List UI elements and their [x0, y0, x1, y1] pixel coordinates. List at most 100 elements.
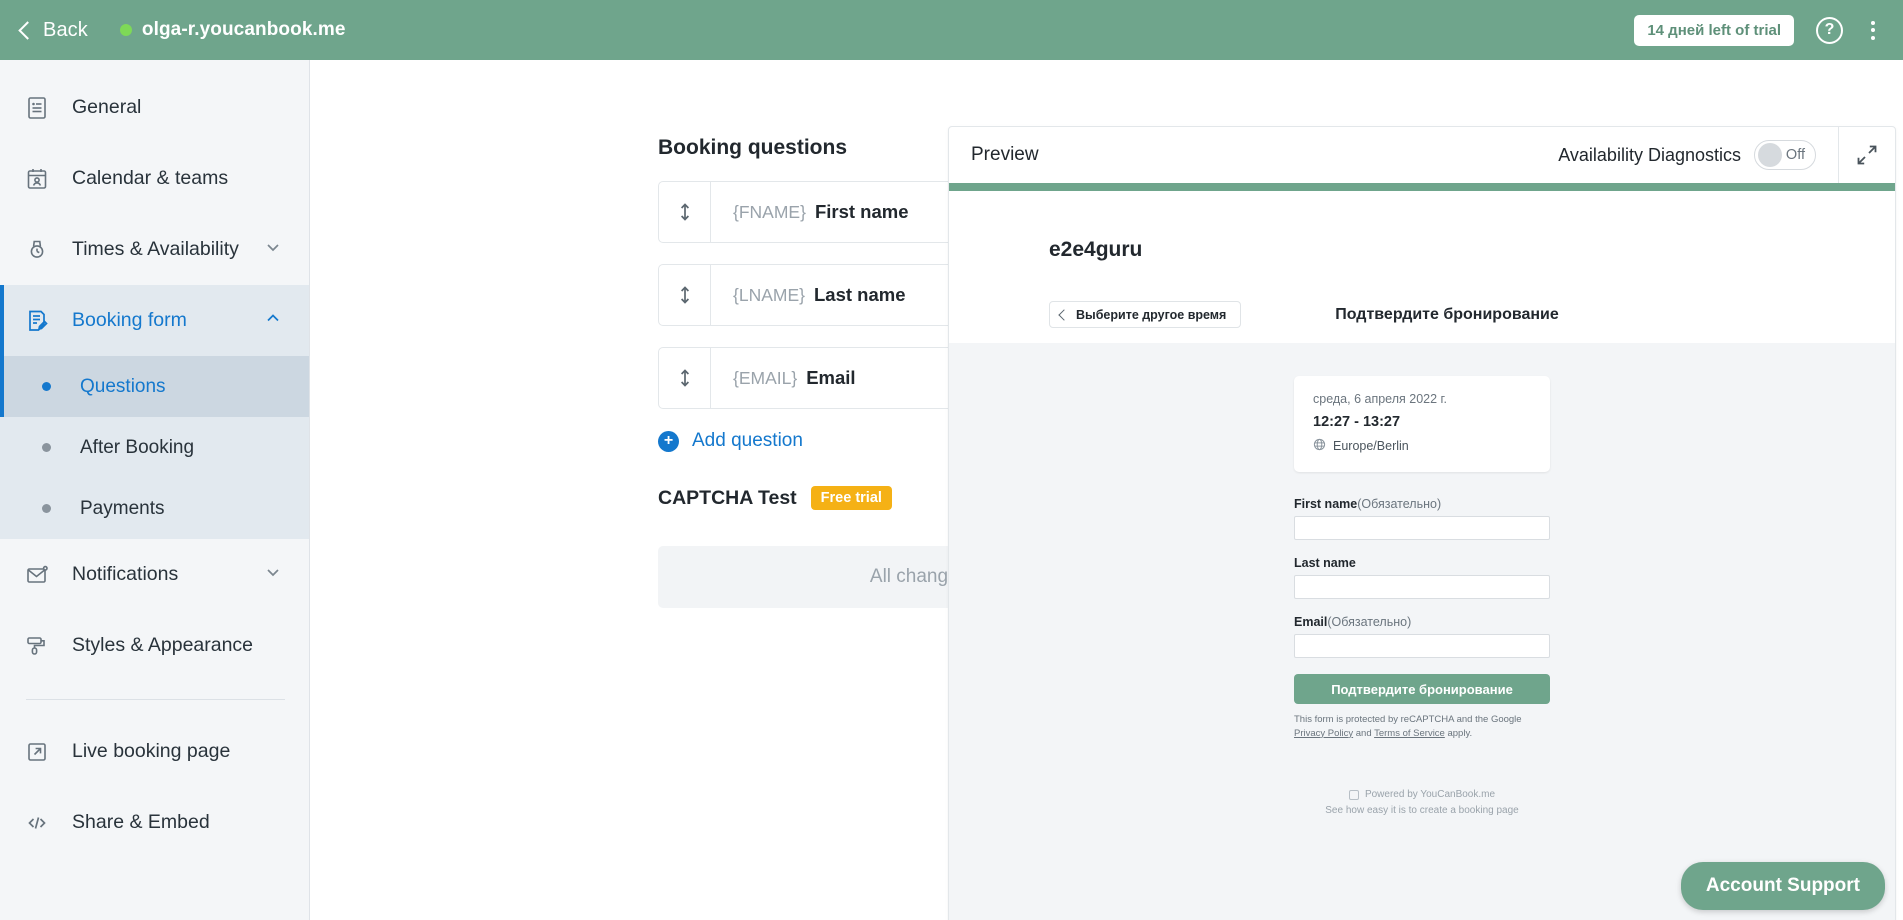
question-token: {EMAIL} — [733, 367, 798, 388]
expand-diagonal-icon[interactable] — [1839, 127, 1895, 183]
toggle-knob-icon — [1758, 143, 1782, 167]
kebab-menu-icon[interactable] — [1865, 18, 1881, 43]
booking-timezone: Europe/Berlin — [1333, 439, 1409, 453]
sidebar-subitem-label: Questions — [80, 375, 166, 397]
terms-of-service-link[interactable]: Terms of Service — [1374, 728, 1445, 739]
question-token: {LNAME} — [733, 284, 805, 305]
preview-accent-bar — [949, 183, 1895, 191]
preview-first-name-input[interactable] — [1294, 516, 1550, 540]
question-token: {FNAME} — [733, 201, 806, 222]
preview-body: e2e4guru Выберите другое время Подтверди… — [949, 191, 1895, 920]
sidebar-item-notifications[interactable]: Notifications — [0, 539, 309, 610]
code-brackets-icon — [22, 811, 52, 835]
online-dot-icon — [119, 24, 132, 36]
youcanbookme-logo-icon — [1348, 789, 1359, 800]
preview-email-input[interactable] — [1294, 634, 1550, 658]
preview-footer: Powered by YouCanBook.me See how easy it… — [1262, 787, 1582, 819]
sidebar-item-general[interactable]: General — [0, 72, 309, 143]
calendar-person-icon — [22, 166, 52, 192]
booking-timezone-row: Europe/Berlin — [1313, 438, 1531, 454]
sidebar-divider — [26, 699, 285, 700]
plus-circle-icon: + — [658, 430, 679, 452]
preview-field-name: Email — [1294, 615, 1328, 629]
drag-handle-icon[interactable] — [659, 265, 711, 325]
sidebar-item-times-availability[interactable]: Times & Availability — [0, 214, 309, 285]
booking-date: среда, 6 апреля 2022 г. — [1313, 392, 1448, 406]
recaptcha-suffix: apply. — [1444, 727, 1473, 739]
external-link-icon — [22, 740, 52, 764]
powered-by-row: Powered by YouCanBook.me — [1262, 787, 1582, 803]
preview-panel: Preview Availability Diagnostics Off e2e… — [948, 126, 1896, 920]
preview-nav-row: Выберите другое время Подтвердите бронир… — [949, 262, 1895, 328]
recaptcha-notice: This form is protected by reCAPTCHA and … — [1294, 713, 1550, 741]
preview-confirm-booking-button[interactable]: Подтвердите бронирование — [1294, 674, 1550, 704]
chevron-left-icon — [18, 20, 37, 40]
preview-heading: Подтвердите бронирование — [1335, 305, 1559, 323]
sidebar-item-calendar-teams[interactable]: Calendar & teams — [0, 143, 309, 214]
preview-field-name: Last name — [1294, 556, 1356, 570]
recaptcha-mid: and — [1353, 727, 1375, 739]
back-button[interactable]: Back — [18, 19, 88, 42]
preview-form-fields: First name(Обязательно) Last name Email(… — [1294, 497, 1550, 658]
preview-field-label: Last name — [1294, 556, 1550, 570]
globe-icon — [1313, 438, 1326, 454]
preview-field-label: Email(Обязательно) — [1294, 615, 1550, 629]
trial-badge[interactable]: 14 дней left of trial — [1634, 14, 1794, 46]
top-bar: Back olga-r.youcanbook.me 14 дней left o… — [0, 0, 1903, 60]
booking-time: 12:27 - 13:27 — [1313, 414, 1401, 430]
privacy-policy-link[interactable]: Privacy Policy — [1294, 728, 1353, 739]
preview-field-last-name: Last name — [1294, 556, 1550, 599]
preview-field-required-note: (Обязательно) — [1327, 615, 1412, 629]
question-label: First name — [814, 201, 909, 222]
preview-panel-header: Preview Availability Diagnostics Off — [949, 127, 1895, 183]
sidebar-item-after-booking[interactable]: After Booking — [0, 417, 309, 478]
sidebar-item-label: Times & Availability — [72, 238, 239, 260]
availability-diagnostics-toggle[interactable]: Off — [1754, 140, 1816, 170]
watch-icon — [22, 237, 52, 263]
sidebar-subitem-label: Payments — [80, 497, 165, 519]
powered-by-label: Powered by YouCanBook.me — [1364, 788, 1496, 800]
availability-diagnostics-state: Off — [1785, 147, 1805, 163]
sidebar-item-booking-form[interactable]: Booking form — [0, 285, 309, 356]
sidebar: General Calendar & teams Times & Availab… — [0, 60, 310, 920]
booking-summary-card: среда, 6 апреля 2022 г. 12:27 - 13:27 Eu… — [1294, 376, 1550, 472]
site-identity: olga-r.youcanbook.me — [119, 19, 346, 41]
sidebar-item-label: Styles & Appearance — [72, 634, 254, 656]
help-icon[interactable]: ? — [1816, 16, 1843, 44]
availability-diagnostics-label: Availability Diagnostics — [1558, 144, 1741, 165]
sidebar-item-label: Share & Embed — [72, 811, 210, 833]
sidebar-item-payments[interactable]: Payments — [0, 478, 309, 539]
paint-roller-icon — [22, 633, 52, 659]
captcha-title: CAPTCHA Test — [658, 486, 797, 509]
sidebar-item-label: Booking form — [72, 309, 187, 331]
site-name-label: olga-r.youcanbook.me — [141, 19, 346, 40]
bullet-icon — [42, 382, 51, 391]
question-label: Email — [806, 367, 856, 388]
free-trial-badge: Free trial — [810, 486, 892, 510]
sidebar-item-share-embed[interactable]: Share & Embed — [0, 787, 309, 858]
sidebar-item-label: Live booking page — [72, 740, 231, 762]
sidebar-item-questions[interactable]: Questions — [0, 356, 309, 417]
account-support-button[interactable]: Account Support — [1680, 862, 1885, 910]
back-button-label: Back — [43, 18, 88, 41]
sidebar-item-styles-appearance[interactable]: Styles & Appearance — [0, 610, 309, 681]
preview-field-required-note: (Обязательно) — [1357, 497, 1442, 511]
drag-handle-icon[interactable] — [659, 182, 711, 242]
recaptcha-prefix: This form is protected by reCAPTCHA and … — [1294, 714, 1522, 725]
chevron-up-icon — [263, 308, 283, 333]
preview-field-email: Email(Обязательно) — [1294, 615, 1550, 658]
drag-handle-icon[interactable] — [659, 348, 711, 408]
top-bar-actions: 14 дней left of trial ? — [1634, 14, 1881, 46]
body-region: General Calendar & teams Times & Availab… — [0, 60, 1903, 920]
sidebar-item-label: Notifications — [72, 563, 179, 585]
add-question-label: Add question — [692, 430, 803, 451]
sidebar-item-live-booking-page[interactable]: Live booking page — [0, 716, 309, 787]
app-root: Back olga-r.youcanbook.me 14 дней left o… — [0, 0, 1903, 920]
preview-field-name: First name — [1294, 497, 1358, 511]
chevron-down-icon — [263, 562, 283, 587]
preview-brand-name: e2e4guru — [1049, 238, 1143, 261]
preview-field-label: First name(Обязательно) — [1294, 497, 1550, 511]
bullet-icon — [42, 443, 51, 452]
footer-tagline: See how easy it is to create a booking p… — [1325, 804, 1519, 816]
preview-last-name-input[interactable] — [1294, 575, 1550, 599]
